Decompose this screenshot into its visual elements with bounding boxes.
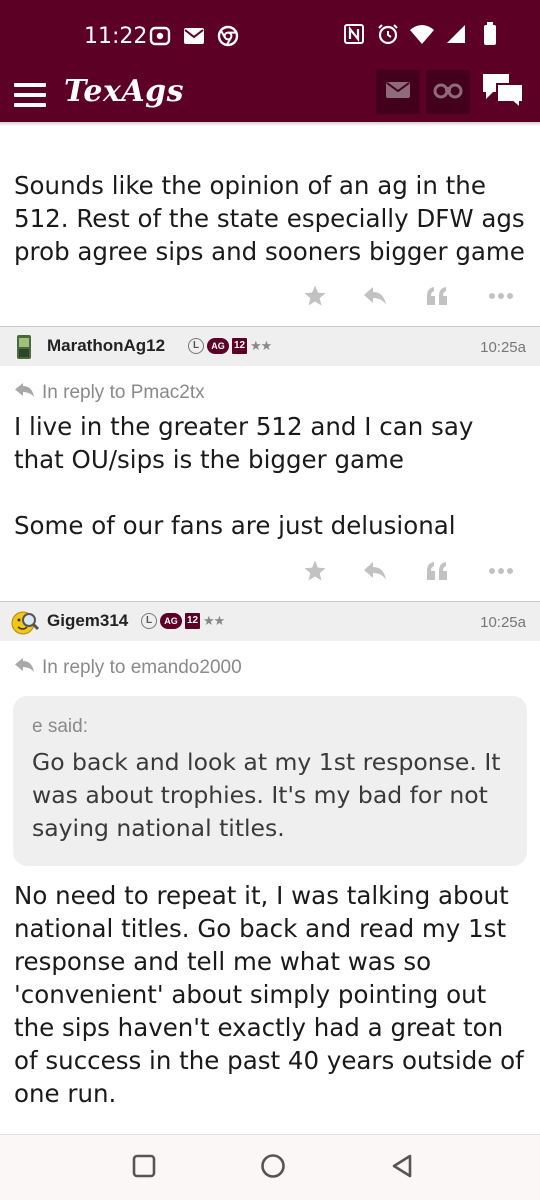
rating-stars: ★★ [203, 613, 225, 628]
user-badges: L AG 12 ★★ [141, 613, 225, 629]
radio-icon [148, 24, 172, 48]
star-icon[interactable] [298, 554, 332, 588]
post-time: 10:25a [480, 339, 526, 356]
quote-icon[interactable] [420, 554, 454, 588]
phone-avatar[interactable] [10, 333, 38, 361]
triangle-back-icon [390, 1154, 414, 1183]
post-body: I live in the greater 512 and I can say … [14, 412, 474, 540]
quote-icon[interactable] [420, 279, 454, 313]
app-bar-shadow [0, 122, 540, 126]
star-icon[interactable] [298, 279, 332, 313]
ag-badge: AG [160, 613, 182, 629]
reply-to-link[interactable]: In reply to Pmac2tx [14, 381, 205, 405]
recents-button[interactable] [129, 1153, 159, 1183]
reply-arrow-icon [14, 381, 36, 405]
messages-button[interactable] [376, 70, 420, 114]
quote-block: e said: Go back and look at my 1st respo… [13, 696, 527, 866]
post-header: MarathonAg12 L AG 12 ★★ 10:25a [0, 326, 540, 366]
wifi-icon [410, 22, 434, 46]
signal-icon [444, 22, 468, 46]
reply-to-text: In reply to emando2000 [42, 657, 242, 678]
more-icon[interactable] [484, 554, 518, 588]
back-button[interactable] [387, 1153, 417, 1183]
ag-badge: AG [207, 338, 229, 354]
battery-icon [478, 22, 502, 46]
mail-icon [385, 81, 411, 104]
alarm-icon [376, 22, 400, 46]
lifetime-badge: L [141, 613, 157, 629]
rating-stars: ★★ [250, 338, 272, 353]
post-body: Sounds like the opinion of an ag in the … [14, 171, 533, 266]
reply-arrow-icon [14, 656, 36, 680]
status-icons-right [342, 22, 502, 46]
texags-logo[interactable]: TexAgs [64, 74, 184, 109]
reply-icon[interactable] [358, 279, 392, 313]
chrome-icon [216, 24, 240, 48]
chat-button[interactable] [478, 70, 528, 114]
post-header: Gigem314 L AG 12 ★★ 10:25a [0, 601, 540, 641]
post-actions [0, 279, 540, 313]
twelfth-man-badge: 12 [232, 338, 247, 354]
circle-icon [260, 1153, 286, 1184]
nfc-icon [342, 22, 366, 46]
post-body: No need to repeat it, I was talking abou… [14, 881, 532, 1108]
square-icon [132, 1154, 156, 1183]
quote-author: e said: [32, 716, 88, 737]
status-icons-left [148, 24, 240, 48]
menu-icon[interactable] [14, 78, 48, 112]
lifetime-badge: L [188, 338, 204, 354]
status-time: 11:22 [84, 24, 148, 49]
twelfth-man-badge: 12 [185, 613, 200, 629]
system-nav-bar [0, 1134, 540, 1200]
post-actions [0, 554, 540, 588]
quote-text: Go back and look at my 1st response. It … [32, 748, 501, 842]
app-bar: TexAgs [0, 70, 540, 122]
watchlist-button[interactable] [426, 70, 470, 114]
status-bar: 11:22 [0, 0, 540, 70]
smiley-magnifier-avatar[interactable] [10, 608, 40, 636]
chat-icon [481, 72, 525, 113]
mail-icon [182, 24, 206, 48]
binoculars-icon [433, 81, 463, 104]
user-badges: L AG 12 ★★ [188, 338, 272, 354]
reply-to-text: In reply to Pmac2tx [42, 382, 205, 403]
reply-to-link[interactable]: In reply to emando2000 [14, 656, 242, 680]
reply-icon[interactable] [358, 554, 392, 588]
post-time: 10:25a [480, 614, 526, 631]
home-button[interactable] [258, 1153, 288, 1183]
username[interactable]: Gigem314 [47, 611, 128, 631]
more-icon[interactable] [484, 279, 518, 313]
username[interactable]: MarathonAg12 [47, 336, 165, 356]
